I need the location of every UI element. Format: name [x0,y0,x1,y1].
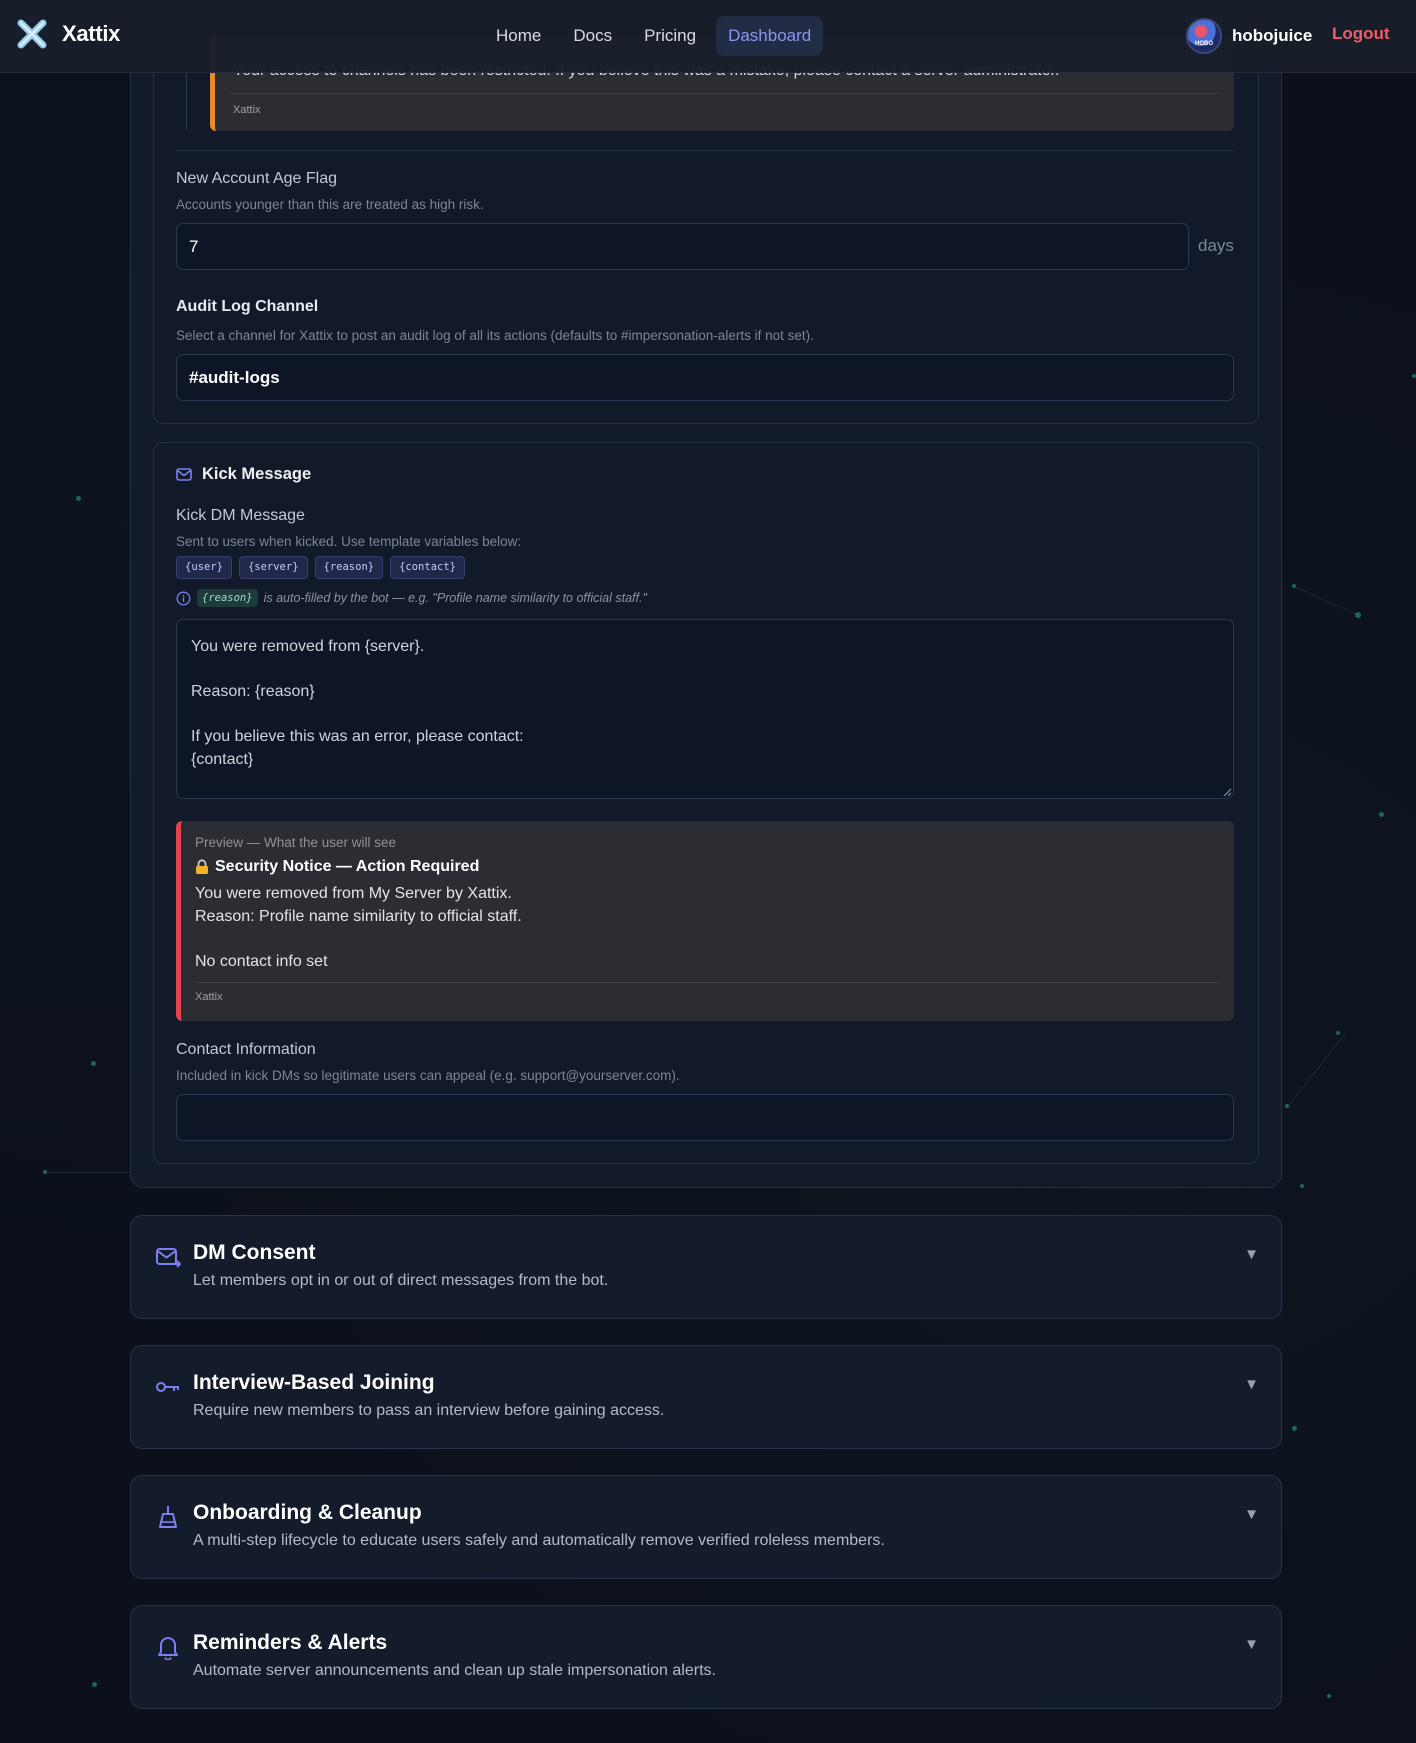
dm-consent-description: Let members opt in or out of direct mess… [193,1272,609,1289]
info-icon [176,591,191,605]
mail-icon [156,1248,181,1268]
resize-handle-icon[interactable] [1223,788,1232,797]
divider [176,150,1234,151]
kick-dm-help: Sent to users when kicked. Use template … [176,534,522,549]
onboarding-cleanup-title: Onboarding & Cleanup [193,1501,422,1524]
nav-dashboard-link[interactable]: Dashboard [716,16,824,56]
kick-message-header: Kick Message [176,465,311,484]
variable-chip-user[interactable]: {user} [176,556,232,579]
contact-info-input[interactable] [176,1094,1234,1141]
reason-code: {reason} [197,589,258,607]
account-age-unit: days [1198,236,1234,255]
dm-consent-section[interactable]: DM Consent Let members opt in or out of … [130,1215,1282,1319]
reminders-alerts-section[interactable]: Reminders & Alerts Automate server annou… [130,1605,1282,1709]
reminders-alerts-description: Automate server announcements and clean … [193,1662,716,1679]
interview-joining-description: Require new members to pass an interview… [193,1402,665,1419]
lock-icon [196,859,208,874]
nav-home-link[interactable]: Home [484,16,553,56]
contact-info-label: Contact Information [176,1041,316,1058]
variable-chip-contact[interactable]: {contact} [390,556,465,579]
preview-title-row: Security Notice — Action Required [195,858,479,876]
embed-divider [229,93,1220,94]
expand-chevron-icon[interactable]: ▼ [1244,1506,1259,1523]
account-age-help: Accounts younger than this are treated a… [176,197,484,212]
embed-footer: Xattix [233,104,261,116]
onboarding-cleanup-section[interactable]: Onboarding & Cleanup A multi-step lifecy… [130,1475,1282,1579]
account-age-label: New Account Age Flag [176,170,337,187]
interview-joining-title: Interview-Based Joining [193,1371,435,1394]
preview-caption: Preview — What the user will see [195,835,397,850]
preview-divider [195,982,1220,983]
nav-pricing-link[interactable]: Pricing [632,16,708,56]
expand-chevron-icon[interactable]: ▼ [1244,1636,1259,1653]
kick-preview-embed: Preview — What the user will see Securit… [176,821,1234,1021]
variable-chip-reason[interactable]: {reason} [314,556,384,579]
preview-body: You were removed from My Server by Xatti… [195,885,522,970]
nav-links: Home Docs Pricing Dashboard [484,16,824,56]
key-icon [156,1382,179,1392]
variable-chip-server[interactable]: {server} [238,556,308,579]
audit-log-help: Select a channel for Xattix to post an a… [176,328,814,343]
logout-button[interactable]: Logout [1332,24,1390,44]
kick-message-title: Kick Message [202,465,312,483]
expand-chevron-icon[interactable]: ▼ [1244,1376,1259,1393]
broom-icon [159,1506,177,1528]
username: hobojuice [1232,26,1313,45]
reason-note-text: is auto-filled by the bot — e.g. "Profil… [263,591,647,605]
interview-joining-section[interactable]: Interview-Based Joining Require new memb… [130,1345,1282,1449]
avatar-text: HOBO [1195,41,1213,47]
template-variables: {user} {server} {reason} {contact} [176,556,465,579]
preview-title: Security Notice — Action Required [215,858,480,875]
top-navbar: Xattix Home Docs Pricing Dashboard HOBO … [0,0,1416,73]
kick-message-panel [153,442,1259,1164]
dm-consent-title: DM Consent [193,1241,316,1264]
user-menu[interactable]: HOBO hobojuice [1186,18,1312,54]
bell-icon [158,1637,178,1660]
reminders-alerts-title: Reminders & Alerts [193,1631,388,1654]
onboarding-cleanup-description: A multi-step lifecycle to educate users … [193,1532,885,1549]
reason-note: {reason} is auto-filled by the bot — e.g… [176,589,647,607]
expand-chevron-icon[interactable]: ▼ [1244,1246,1259,1263]
kick-dm-label: Kick DM Message [176,507,305,524]
brand[interactable]: Xattix [16,18,120,50]
avatar[interactable]: HOBO [1186,18,1222,54]
preview-footer: Xattix [195,991,223,1003]
audit-log-label: Audit Log Channel [176,298,319,315]
contact-info-help: Included in kick DMs so legitimate users… [176,1068,680,1083]
audit-log-channel-select[interactable]: #audit-logs [176,354,1234,401]
xattix-logo-icon [17,19,47,49]
nav-docs-link[interactable]: Docs [561,16,624,56]
kick-message-textarea[interactable]: You were removed from {server}. Reason: … [176,619,1234,799]
mail-icon [176,468,192,481]
brand-name: Xattix [62,21,121,46]
account-age-input[interactable]: 7 [176,223,1189,270]
